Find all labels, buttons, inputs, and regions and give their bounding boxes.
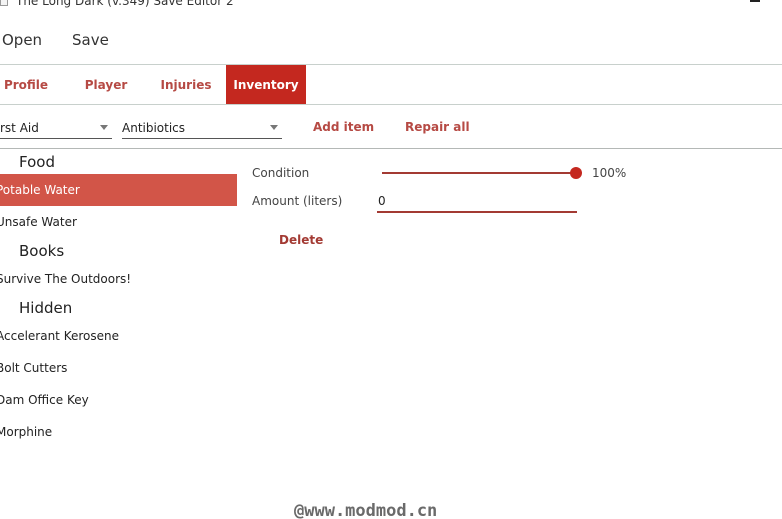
watermark: @www.modmod.cn [294, 501, 438, 519]
list-item-survive-the-outdoors[interactable]: Survive The Outdoors! [0, 263, 237, 295]
window-title: The Long Dark (v.349) Save Editor 2 [16, 0, 234, 8]
amount-input[interactable] [377, 190, 577, 213]
group-header-books: Books [19, 242, 65, 260]
save-menu-button[interactable]: Save [72, 31, 109, 49]
category-dropdown[interactable]: rst Aid [0, 117, 112, 139]
list-item-label: Survive The Outdoors! [0, 272, 132, 286]
list-item-dam-office-key[interactable]: Dam Office Key [0, 384, 237, 416]
open-menu-button[interactable]: Open [2, 31, 42, 49]
list-item-label: Potable Water [0, 183, 80, 197]
tabs-divider-bottom [0, 104, 782, 105]
tab-inventory[interactable]: Inventory [226, 65, 306, 104]
tab-injuries[interactable]: Injuries [156, 65, 216, 104]
list-item-unsafe-water[interactable]: Unsafe Water [0, 206, 237, 238]
list-item-label: Bolt Cutters [0, 361, 68, 375]
chevron-down-icon [100, 125, 108, 130]
list-item-label: Dam Office Key [0, 393, 89, 407]
item-dropdown[interactable]: Antibiotics [122, 117, 282, 139]
list-item-accelerant-kerosene[interactable]: Accelerant Kerosene [0, 320, 237, 352]
amount-label: Amount (liters) [252, 194, 343, 208]
repair-all-button[interactable]: Repair all [405, 120, 470, 134]
app-icon [0, 0, 8, 6]
delete-button[interactable]: Delete [279, 233, 323, 247]
add-item-button[interactable]: Add item [313, 120, 374, 134]
condition-label: Condition [252, 166, 310, 180]
list-item-morphine[interactable]: Morphine [0, 416, 237, 448]
item-dropdown-value: Antibiotics [122, 120, 186, 135]
toolbar-divider [0, 148, 782, 149]
tab-profile[interactable]: Profile [0, 65, 52, 104]
condition-slider-track[interactable] [382, 172, 576, 174]
list-item-bolt-cutters[interactable]: Bolt Cutters [0, 352, 237, 384]
condition-slider-thumb[interactable] [570, 167, 582, 179]
minimize-icon[interactable] [750, 0, 760, 2]
tab-player[interactable]: Player [78, 65, 134, 104]
list-item-potable-water[interactable]: Potable Water [0, 174, 237, 206]
list-item-label: Unsafe Water [0, 215, 77, 229]
group-header-hidden: Hidden [19, 299, 73, 317]
group-header-food: Food [19, 153, 55, 171]
condition-value: 100% [592, 166, 627, 180]
list-item-label: Morphine [0, 425, 53, 439]
chevron-down-icon [270, 125, 278, 130]
list-item-label: Accelerant Kerosene [0, 329, 119, 343]
category-dropdown-value: rst Aid [0, 120, 39, 135]
